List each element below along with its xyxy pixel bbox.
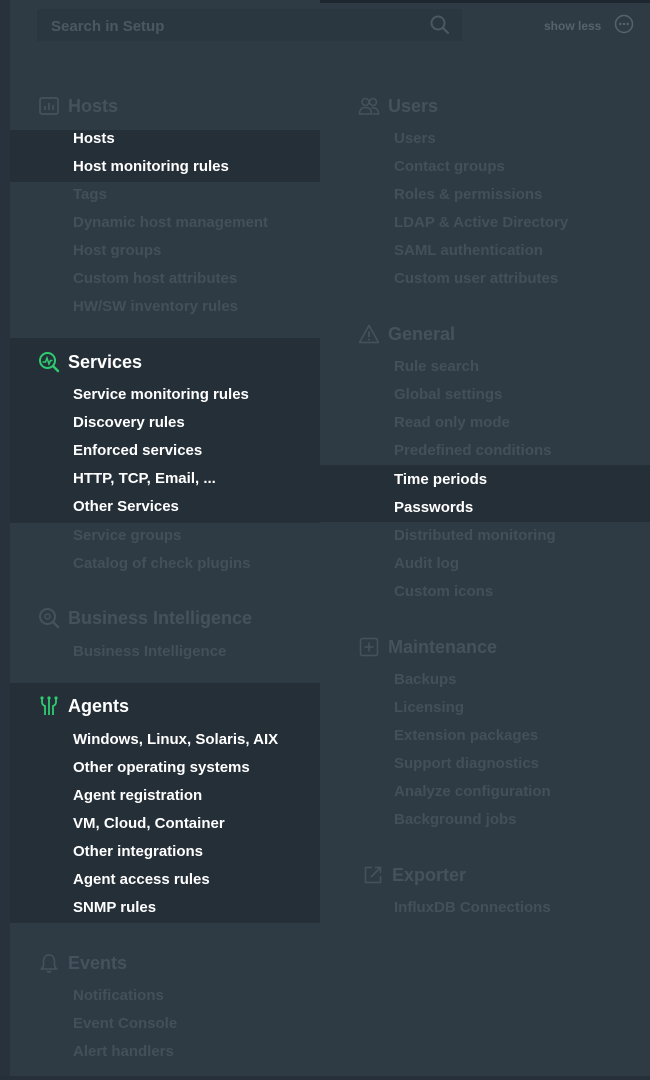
menu-item-hosts[interactable]: Hosts	[73, 125, 115, 153]
menu-item-http-tcp-email[interactable]: HTTP, TCP, Email, ...	[73, 465, 216, 493]
search-button[interactable]	[429, 14, 451, 36]
menu-item-predefined-conditions[interactable]: Predefined conditions	[394, 437, 552, 465]
section-business-intelligence: Business Intelligence Business Intellige…	[10, 600, 320, 670]
exporter-title: Exporter	[392, 864, 467, 885]
menu-item-alert-handlers[interactable]: Alert handlers	[73, 1038, 174, 1066]
section-general: General Rule search Global settings Read…	[330, 318, 650, 618]
events-title: Events	[68, 952, 128, 973]
menu-item-ldap-active-directory[interactable]: LDAP & Active Directory	[394, 209, 568, 237]
more-dots-icon	[614, 14, 634, 34]
menu-item-saml-authentication[interactable]: SAML authentication	[394, 237, 543, 265]
section-agents: Agents Windows, Linux, Solaris, AIX Othe…	[10, 683, 320, 923]
section-events: Events Notifications Event Console Alert…	[10, 945, 320, 1075]
users-icon	[358, 97, 380, 115]
menu-item-backups[interactable]: Backups	[394, 666, 457, 694]
section-users: Users Users Contact groups Roles & permi…	[330, 90, 650, 300]
menu-item-distributed-monitoring[interactable]: Distributed monitoring	[394, 522, 556, 550]
menu-item-contact-groups[interactable]: Contact groups	[394, 153, 505, 181]
menu-item-agent-registration[interactable]: Agent registration	[73, 782, 202, 810]
left-edge	[0, 0, 10, 1080]
general-title: General	[388, 323, 456, 344]
plus-box-icon	[359, 637, 379, 657]
bi-heading: Business Intelligence	[38, 606, 252, 630]
menu-item-dynamic-host-management[interactable]: Dynamic host management	[73, 209, 268, 237]
menu-item-roles-permissions[interactable]: Roles & permissions	[394, 181, 542, 209]
menu-item-host-groups[interactable]: Host groups	[73, 237, 161, 265]
search-input[interactable]	[49, 15, 413, 37]
users-heading: Users	[358, 94, 438, 118]
maintenance-heading: Maintenance	[358, 635, 497, 659]
menu-item-custom-icons[interactable]: Custom icons	[394, 578, 493, 606]
menu-item-audit-log[interactable]: Audit log	[394, 550, 459, 578]
bi-title: Business Intelligence	[68, 607, 253, 628]
services-icon	[39, 352, 60, 373]
menu-item-time-periods[interactable]: Time periods	[394, 466, 487, 494]
menu-item-service-groups[interactable]: Service groups	[73, 522, 181, 550]
show-less-label: show less	[544, 19, 602, 33]
menu-item-enforced-services[interactable]: Enforced services	[73, 437, 202, 465]
general-heading: General	[358, 322, 455, 346]
menu-item-other-services[interactable]: Other Services	[73, 493, 179, 521]
menu-item-vm-cloud-container[interactable]: VM, Cloud, Container	[73, 810, 225, 838]
events-heading: Events	[38, 951, 127, 975]
bell-icon	[40, 954, 58, 973]
section-exporter: Exporter InfluxDB Connections	[330, 858, 650, 928]
menu-item-custom-host-attributes[interactable]: Custom host attributes	[73, 265, 237, 293]
export-icon	[364, 866, 382, 884]
menu-item-global-settings[interactable]: Global settings	[394, 381, 502, 409]
menu-item-discovery-rules[interactable]: Discovery rules	[73, 409, 185, 437]
section-hosts: Hosts Hosts Host monitoring rules Tags D…	[10, 90, 320, 330]
menu-item-windows-linux-solaris-aix[interactable]: Windows, Linux, Solaris, AIX	[73, 726, 278, 754]
services-heading: Services	[38, 350, 142, 374]
hosts-heading: Hosts	[38, 94, 118, 118]
menu-item-influxdb-connections[interactable]: InfluxDB Connections	[394, 894, 551, 922]
bottom-edge	[0, 1076, 650, 1080]
menu-item-snmp-rules[interactable]: SNMP rules	[73, 894, 156, 922]
search-icon	[430, 15, 450, 35]
menu-item-business-intelligence[interactable]: Business Intelligence	[73, 638, 226, 666]
users-title: Users	[388, 95, 439, 116]
menu-item-background-jobs[interactable]: Background jobs	[394, 806, 517, 834]
menu-item-support-diagnostics[interactable]: Support diagnostics	[394, 750, 539, 778]
menu-item-custom-user-attributes[interactable]: Custom user attributes	[394, 265, 558, 293]
agents-icon	[40, 696, 58, 715]
menu-item-host-monitoring-rules[interactable]: Host monitoring rules	[73, 153, 229, 181]
menu-item-users[interactable]: Users	[394, 125, 436, 153]
section-services: Services Service monitoring rules Discov…	[10, 338, 320, 523]
menu-item-analyze-configuration[interactable]: Analyze configuration	[394, 778, 551, 806]
show-less-toggle[interactable]: show less	[544, 14, 636, 38]
menu-item-agent-access-rules[interactable]: Agent access rules	[73, 866, 210, 894]
agents-heading: Agents	[38, 694, 129, 718]
hosts-icon	[39, 97, 59, 115]
menu-item-hw-sw-inventory-rules[interactable]: HW/SW inventory rules	[73, 293, 238, 321]
menu-item-other-integrations[interactable]: Other integrations	[73, 838, 203, 866]
hosts-title: Hosts	[68, 95, 119, 116]
menu-item-read-only-mode[interactable]: Read only mode	[394, 409, 510, 437]
menu-item-tags[interactable]: Tags	[73, 181, 107, 209]
search-bar	[37, 9, 462, 41]
menu-item-passwords[interactable]: Passwords	[394, 494, 473, 522]
menu-item-extension-packages[interactable]: Extension packages	[394, 722, 538, 750]
menu-item-catalog-of-check-plugins[interactable]: Catalog of check plugins	[73, 550, 251, 578]
menu-item-event-console[interactable]: Event Console	[73, 1010, 177, 1038]
business-intelligence-icon	[39, 608, 60, 629]
exporter-heading: Exporter	[362, 863, 466, 887]
services-title: Services	[68, 351, 143, 372]
agents-title: Agents	[68, 695, 130, 716]
menu-item-notifications[interactable]: Notifications	[73, 982, 164, 1010]
setup-menu: show less Hosts Hosts Host monitoring ru…	[0, 0, 650, 1080]
maintenance-title: Maintenance	[388, 636, 498, 657]
warning-triangle-icon	[358, 324, 380, 344]
top-edge	[320, 0, 650, 3]
section-maintenance: Maintenance Backups Licensing Extension …	[330, 630, 650, 840]
menu-item-rule-search[interactable]: Rule search	[394, 353, 479, 381]
menu-item-service-monitoring-rules[interactable]: Service monitoring rules	[73, 381, 249, 409]
menu-item-other-operating-systems[interactable]: Other operating systems	[73, 754, 250, 782]
menu-item-licensing[interactable]: Licensing	[394, 694, 464, 722]
